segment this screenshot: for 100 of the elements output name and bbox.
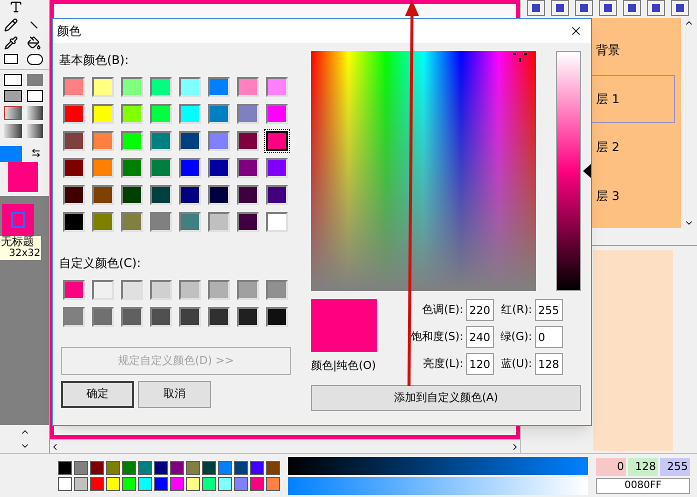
color-swatch[interactable]	[266, 131, 288, 151]
palette-swatch[interactable]	[202, 460, 216, 474]
color-swatch[interactable]	[179, 307, 201, 327]
color-swatch[interactable]	[208, 280, 230, 300]
color-swatch[interactable]	[150, 212, 172, 232]
luminance-bar[interactable]	[556, 51, 581, 291]
color-swatch[interactable]	[63, 185, 85, 205]
palette-swatch[interactable]	[202, 476, 216, 490]
rectangle-tool[interactable]	[4, 54, 18, 64]
palette-swatch[interactable]	[186, 476, 200, 490]
palette-swatch[interactable]	[266, 476, 280, 490]
color-swatch[interactable]	[179, 131, 201, 151]
swap-icon[interactable]	[31, 148, 41, 158]
color-swatch[interactable]	[92, 104, 114, 124]
color-swatch[interactable]	[208, 158, 230, 178]
color-swatch[interactable]	[208, 77, 230, 97]
palette-swatch[interactable]	[106, 476, 120, 490]
color-swatch[interactable]	[121, 307, 143, 327]
layer-tool-icon[interactable]	[671, 0, 689, 16]
palette-swatch[interactable]	[90, 476, 104, 490]
vertical-scrollbar[interactable]	[681, 18, 697, 228]
bucket-icon[interactable]	[26, 36, 40, 50]
color-spectrum[interactable]	[311, 51, 536, 291]
color-swatch[interactable]	[63, 77, 85, 97]
color-swatch[interactable]	[121, 158, 143, 178]
palette-swatch[interactable]	[74, 476, 88, 490]
number-field[interactable]: 240	[466, 326, 494, 348]
add-to-custom-colors-button[interactable]: 添加到自定义颜色(A)	[311, 385, 581, 411]
color-swatch[interactable]	[121, 185, 143, 205]
color-swatch[interactable]	[266, 212, 288, 232]
number-field[interactable]: 0	[535, 326, 564, 348]
palette-swatch[interactable]	[170, 476, 184, 490]
luminance-pointer[interactable]	[583, 164, 591, 178]
color-swatch[interactable]	[121, 212, 143, 232]
color-swatch[interactable]	[179, 185, 201, 205]
color-swatch[interactable]	[121, 104, 143, 124]
palette-swatch[interactable]	[90, 460, 104, 474]
color-swatch[interactable]	[237, 77, 259, 97]
palette-swatch[interactable]	[58, 460, 72, 474]
cancel-button[interactable]: 取消	[138, 381, 211, 408]
pencil-icon[interactable]	[4, 18, 18, 32]
palette-swatch[interactable]	[58, 476, 72, 490]
gradient-icon[interactable]	[26, 106, 42, 120]
layer-tool-icon[interactable]	[647, 0, 665, 16]
color-swatch[interactable]	[208, 131, 230, 151]
color-swatch[interactable]	[92, 185, 114, 205]
color-swatch[interactable]	[121, 77, 143, 97]
color-swatch[interactable]	[237, 104, 259, 124]
color-swatch[interactable]	[150, 104, 172, 124]
color-swatch[interactable]	[63, 307, 85, 327]
palette-swatch[interactable]	[218, 476, 232, 490]
ellipse-tool[interactable]	[26, 54, 42, 65]
color-swatch[interactable]	[237, 307, 259, 327]
color-swatch[interactable]	[150, 131, 172, 151]
layer-tool-icon[interactable]	[575, 0, 593, 16]
palette-swatch[interactable]	[218, 460, 232, 474]
color-swatch[interactable]	[121, 131, 143, 151]
color-swatch[interactable]	[92, 212, 114, 232]
color-swatch[interactable]	[150, 280, 172, 300]
color-swatch[interactable]	[237, 131, 259, 151]
color-swatch[interactable]	[92, 131, 114, 151]
palette-swatch[interactable]	[138, 476, 152, 490]
palette-swatch[interactable]	[122, 460, 136, 474]
color-swatch[interactable]	[179, 212, 201, 232]
palette-swatch[interactable]	[186, 460, 200, 474]
color-swatch[interactable]	[208, 104, 230, 124]
color-swatch[interactable]	[266, 77, 288, 97]
color-swatch[interactable]	[92, 77, 114, 97]
color-value[interactable]: 255	[660, 458, 690, 476]
color-swatch[interactable]	[208, 185, 230, 205]
color-swatch[interactable]	[266, 104, 288, 124]
palette-swatch[interactable]	[138, 460, 152, 474]
palette-swatch[interactable]	[234, 460, 248, 474]
color-swatch[interactable]	[121, 280, 143, 300]
color-swatch[interactable]	[179, 280, 201, 300]
color-swatch[interactable]	[208, 212, 230, 232]
number-field[interactable]: 120	[466, 353, 494, 375]
gradient-icon[interactable]	[26, 124, 42, 138]
layer-tool-icon[interactable]	[623, 0, 641, 16]
palette-swatch[interactable]	[250, 460, 264, 474]
number-field[interactable]: 220	[466, 299, 494, 321]
gradient-icon[interactable]	[4, 124, 22, 138]
fill-style-icon[interactable]	[4, 90, 22, 102]
color-swatch[interactable]	[92, 280, 114, 300]
color-swatch[interactable]	[63, 131, 85, 151]
color-swatch[interactable]	[179, 77, 201, 97]
color-swatch[interactable]	[237, 212, 259, 232]
layer-tool-icon[interactable]	[599, 0, 617, 16]
color-swatch[interactable]	[266, 307, 288, 327]
color-swatch[interactable]	[92, 307, 114, 327]
color-swatch[interactable]	[150, 307, 172, 327]
color-value[interactable]: 0	[596, 458, 626, 476]
text-tool-icon[interactable]	[8, 0, 22, 14]
palette-swatch[interactable]	[250, 476, 264, 490]
color-swatch[interactable]	[237, 185, 259, 205]
number-field[interactable]: 128	[535, 353, 564, 375]
color-swatch[interactable]	[237, 280, 259, 300]
color-swatch[interactable]	[150, 77, 172, 97]
color-swatch[interactable]	[266, 280, 288, 300]
palette-swatch[interactable]	[170, 460, 184, 474]
